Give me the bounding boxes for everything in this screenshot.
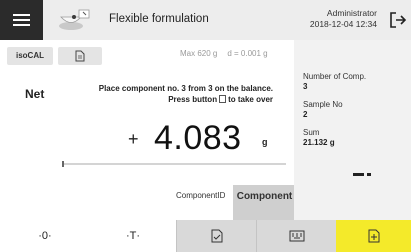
date-time: 2018-12-04 12:34 (309, 19, 377, 29)
sample-no: Sample No 2 (303, 100, 343, 120)
print-document-icon (211, 229, 222, 243)
keyboard-icon (289, 230, 304, 242)
document-icon (75, 50, 85, 62)
stat-value: 2 (303, 110, 308, 119)
top-bar: Flexible formulation Administrator 2018-… (0, 0, 411, 41)
tare-button[interactable]: ·T· (90, 220, 176, 252)
isocal-button[interactable]: isoCAL (7, 47, 53, 65)
stat-value: 3 (303, 82, 308, 91)
take-over-button[interactable] (336, 220, 411, 252)
print-button[interactable] (176, 220, 256, 252)
component-button[interactable]: Component (233, 185, 296, 220)
logout-icon[interactable] (389, 11, 407, 29)
capacity-bar (62, 161, 286, 167)
app-title: Flexible formulation (109, 13, 209, 25)
readability: d = 0.001 g (227, 49, 268, 58)
net-mode-label: Net (25, 87, 45, 101)
user-info: Administrator 2018-12-04 12:34 (310, 8, 377, 30)
bottom-bar: ·0· ·T· (0, 220, 411, 252)
take-over-inline-icon (219, 95, 227, 103)
number-of-components: Number of Comp. 3 (303, 72, 366, 92)
weighing-panel: isoCAL Max 620 g d = 0.001 g Net Place co… (0, 40, 296, 220)
instruction-line-1: Place component no. 3 from 3 on the bala… (98, 84, 273, 93)
formulation-app-icon (59, 9, 90, 30)
stat-value: 21.132 g (303, 138, 335, 147)
weight-sign: + (128, 129, 139, 149)
keyboard-button[interactable] (256, 220, 336, 252)
stat-label: Sample No (303, 100, 343, 109)
stat-label: Sum (303, 128, 320, 137)
page-indicator[interactable] (353, 173, 373, 176)
page-dot (367, 173, 371, 176)
instruction-line-2-pre: Press button (168, 95, 218, 104)
weight-unit: g (262, 137, 268, 147)
capacity-info: Max 620 g d = 0.001 g (180, 49, 268, 58)
instruction-text: Place component no. 3 from 3 on the bala… (60, 83, 273, 105)
page-dot-active (353, 173, 364, 176)
sum: Sum 21.132 g (303, 128, 335, 148)
max-capacity: Max 620 g (180, 49, 218, 58)
zero-button[interactable]: ·0· (0, 220, 90, 252)
user-name: Administrator (326, 8, 377, 18)
take-over-icon (368, 229, 379, 243)
weight-value: 4.083 (154, 119, 242, 157)
capacity-bar-marker (62, 161, 64, 167)
document-button[interactable] (58, 47, 102, 65)
hamburger-menu-icon[interactable] (0, 0, 43, 40)
component-id-label: ComponentID (176, 191, 226, 200)
instruction-line-2-post: to take over (228, 95, 273, 104)
stat-label: Number of Comp. (303, 72, 367, 81)
